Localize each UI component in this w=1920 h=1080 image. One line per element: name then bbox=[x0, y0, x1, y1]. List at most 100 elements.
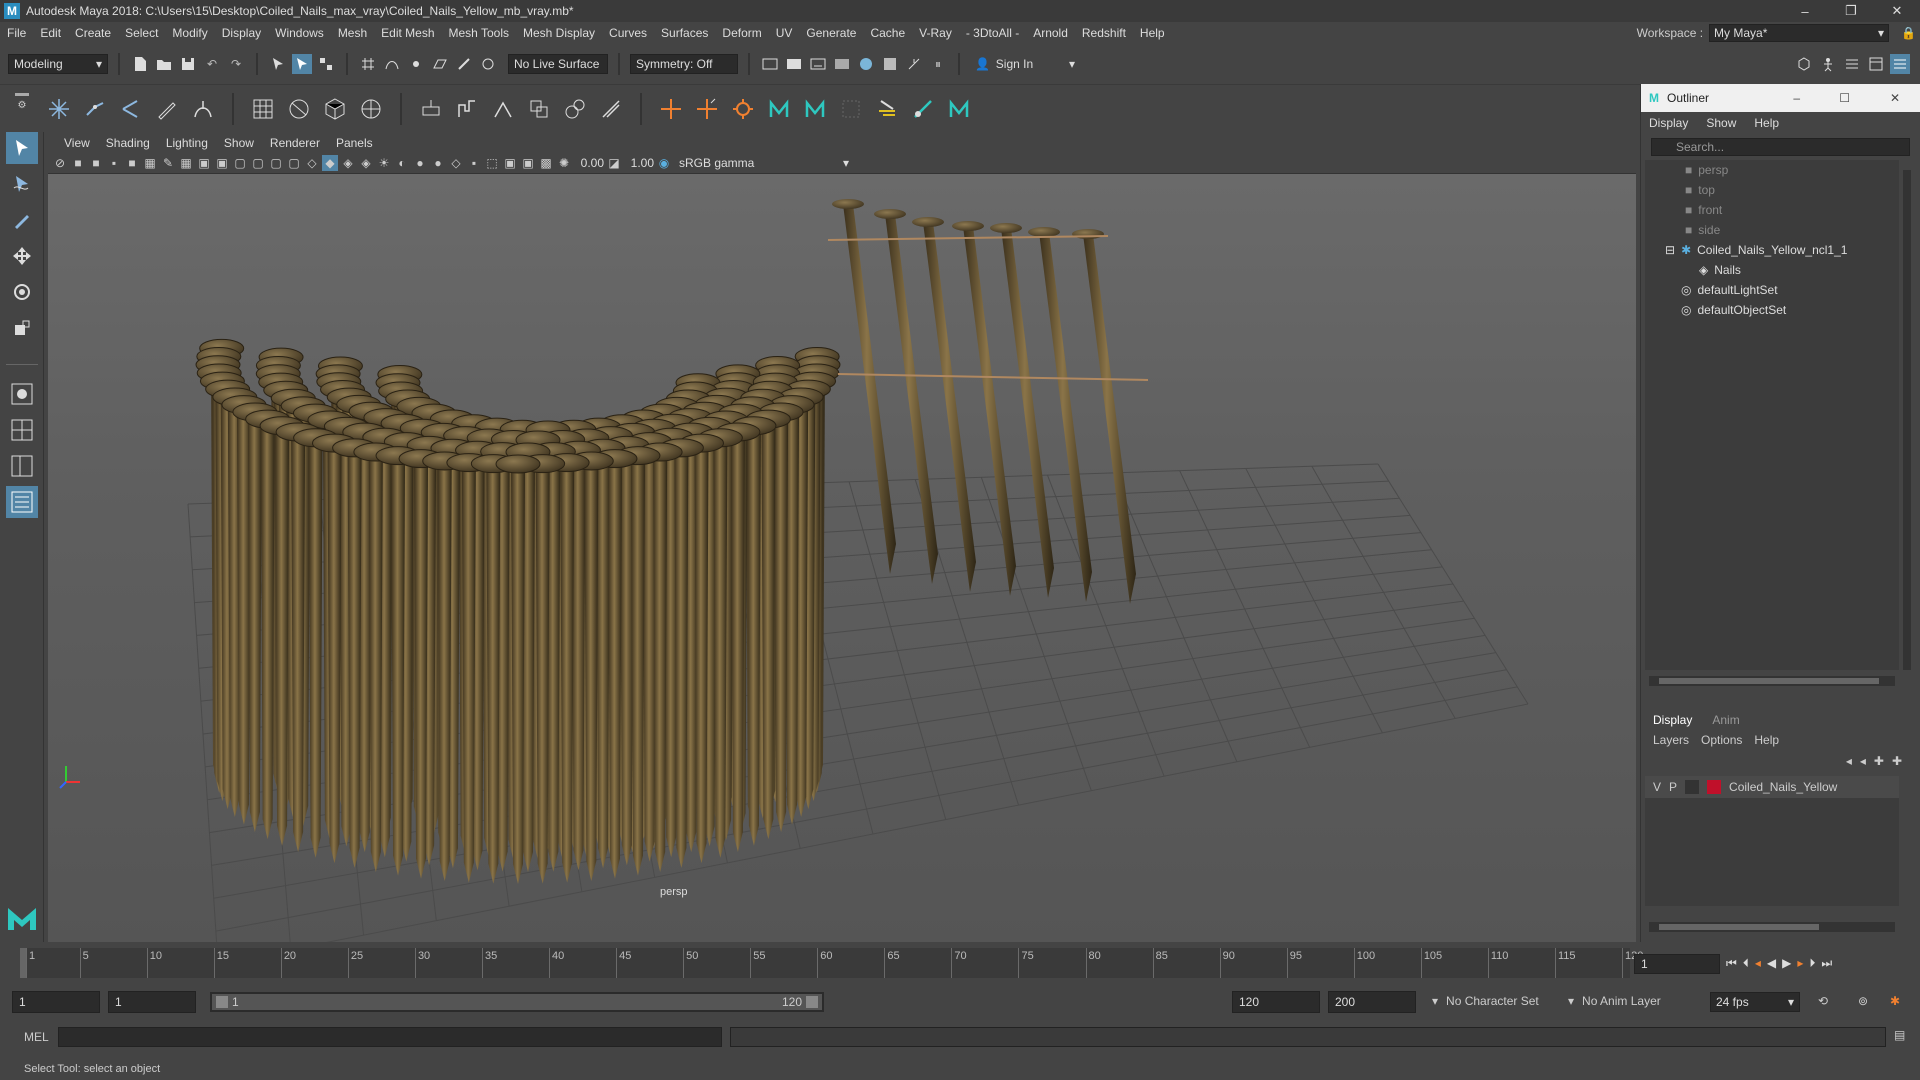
new-layer-icon[interactable]: ✚ bbox=[1874, 754, 1884, 768]
viewport-menu-renderer[interactable]: Renderer bbox=[262, 136, 328, 150]
range-slider[interactable]: 1 120 bbox=[210, 992, 824, 1012]
exposure-icon[interactable]: ✺ bbox=[556, 155, 572, 171]
layer-menu-help[interactable]: Help bbox=[1754, 733, 1779, 747]
outliner-horizontal-scrollbar[interactable] bbox=[1649, 676, 1895, 686]
select-object-icon[interactable] bbox=[292, 54, 312, 74]
gate-mask-icon[interactable]: ▢ bbox=[232, 155, 248, 171]
menu-modify[interactable]: Modify bbox=[165, 26, 214, 40]
outliner-item-default-light-set[interactable]: ◎ defaultLightSet bbox=[1645, 280, 1899, 300]
auto-key-icon[interactable]: ⊚ bbox=[1858, 994, 1868, 1008]
vray-icon-a[interactable] bbox=[766, 96, 792, 122]
xray-icon[interactable]: ▣ bbox=[502, 155, 518, 171]
outliner-item-top[interactable]: ■ top bbox=[1645, 180, 1899, 200]
center-pivot-icon[interactable] bbox=[694, 96, 720, 122]
select-component-icon[interactable] bbox=[316, 54, 336, 74]
ep-curve-icon[interactable] bbox=[82, 96, 108, 122]
menu-mesh-tools[interactable]: Mesh Tools bbox=[442, 26, 516, 40]
extrude-icon[interactable] bbox=[418, 96, 444, 122]
camera-attributes-icon[interactable]: ■ bbox=[70, 155, 86, 171]
viewport-menu-shading[interactable]: Shading bbox=[98, 136, 158, 150]
textured-icon[interactable]: ◈ bbox=[358, 155, 374, 171]
sphere-primitive-icon[interactable] bbox=[250, 96, 276, 122]
render-frame-icon[interactable] bbox=[784, 54, 804, 74]
open-scene-icon[interactable] bbox=[154, 54, 174, 74]
select-camera-icon[interactable]: ⊘ bbox=[52, 155, 68, 171]
step-back-key-icon[interactable]: ◂ bbox=[1755, 956, 1761, 971]
new-layer-selected-icon[interactable]: ✚ bbox=[1892, 754, 1902, 768]
image-plane-icon[interactable]: ▪ bbox=[106, 155, 122, 171]
cylinder-primitive-icon[interactable] bbox=[322, 96, 348, 122]
light-editor-icon[interactable] bbox=[904, 54, 924, 74]
loop-icon[interactable]: ⟲ bbox=[1818, 994, 1828, 1008]
script-language-label[interactable]: MEL bbox=[24, 1030, 49, 1044]
smooth-icon[interactable] bbox=[598, 96, 624, 122]
xray-components-icon[interactable]: ▩ bbox=[538, 155, 554, 171]
outliner-search-input[interactable]: Search... bbox=[1651, 138, 1910, 156]
smooth-shade-icon[interactable]: ◆ bbox=[322, 154, 338, 171]
menu-arnold[interactable]: Arnold bbox=[1026, 26, 1075, 40]
ipr-render-icon[interactable] bbox=[808, 54, 828, 74]
attribute-editor-icon[interactable] bbox=[1842, 54, 1862, 74]
command-input[interactable] bbox=[58, 1027, 722, 1047]
step-forward-key-icon[interactable]: ▸ bbox=[1797, 956, 1803, 971]
live-surface-field[interactable]: No Live Surface bbox=[508, 54, 608, 74]
camera-icon[interactable]: ■ bbox=[124, 155, 140, 171]
outliner-item-coiled-nails-group[interactable]: ⊟ ✱ Coiled_Nails_Yellow_ncl1_1 bbox=[1645, 240, 1899, 260]
menu-select[interactable]: Select bbox=[118, 26, 165, 40]
layer-horizontal-scrollbar[interactable] bbox=[1649, 922, 1895, 932]
move-layer-down-icon[interactable]: ◂ bbox=[1860, 754, 1866, 768]
anim-layer-selector[interactable]: ▾ No Anim Layer bbox=[1568, 994, 1661, 1008]
range-slider-handle[interactable]: 1 120 bbox=[212, 994, 822, 1010]
render-setup-icon[interactable] bbox=[880, 54, 900, 74]
bevel-icon[interactable] bbox=[490, 96, 516, 122]
snap-view-plane-icon[interactable] bbox=[430, 54, 450, 74]
shadows-icon[interactable]: ◐ bbox=[394, 155, 410, 171]
play-backward-icon[interactable]: ◀ bbox=[1767, 956, 1776, 971]
vray-icon-b[interactable] bbox=[802, 96, 828, 122]
render-settings-icon[interactable] bbox=[832, 54, 852, 74]
resolution-gate-icon[interactable]: ▣ bbox=[214, 155, 230, 171]
fps-dropdown[interactable]: 24 fps ▾ bbox=[1710, 992, 1800, 1012]
redo-icon[interactable]: ↷ bbox=[226, 54, 246, 74]
bezier-curve-icon[interactable] bbox=[118, 96, 144, 122]
tab-display[interactable]: Display bbox=[1653, 713, 1692, 727]
go-to-start-icon[interactable]: ⏮ bbox=[1726, 956, 1737, 971]
scale-tool-icon[interactable] bbox=[6, 312, 38, 344]
outliner-vertical-scrollbar[interactable] bbox=[1903, 170, 1911, 670]
outliner-layout-icon[interactable] bbox=[6, 486, 38, 518]
select-hierarchy-icon[interactable] bbox=[268, 54, 288, 74]
outliner-menu-display[interactable]: Display bbox=[1649, 116, 1688, 130]
snap-point-icon[interactable] bbox=[406, 54, 426, 74]
menu-redshift[interactable]: Redshift bbox=[1075, 26, 1133, 40]
menu-mesh-display[interactable]: Mesh Display bbox=[516, 26, 602, 40]
move-tool-icon[interactable] bbox=[6, 240, 38, 272]
menu-uv[interactable]: UV bbox=[769, 26, 800, 40]
sculpt-tool-icon[interactable] bbox=[910, 96, 936, 122]
viewport-menu-view[interactable]: View bbox=[56, 136, 98, 150]
separate-icon[interactable] bbox=[562, 96, 588, 122]
range-handle-start-icon[interactable] bbox=[216, 996, 228, 1008]
menu-surfaces[interactable]: Surfaces bbox=[654, 26, 715, 40]
safe-title-icon[interactable]: ▢ bbox=[286, 155, 302, 171]
viewport-menu-lighting[interactable]: Lighting bbox=[158, 136, 216, 150]
outliner-minimize-button[interactable]: – bbox=[1793, 91, 1800, 105]
menu-edit-mesh[interactable]: Edit Mesh bbox=[374, 26, 441, 40]
select-tool-icon[interactable] bbox=[6, 132, 38, 164]
grid-icon[interactable]: ▦ bbox=[178, 155, 194, 171]
channel-box-icon[interactable] bbox=[1890, 54, 1910, 74]
step-back-frame-icon[interactable]: ⏴ bbox=[1743, 956, 1749, 971]
snap-grid-icon[interactable] bbox=[358, 54, 378, 74]
lasso-tool-icon[interactable] bbox=[6, 168, 38, 200]
animation-start-field[interactable]: 1 bbox=[12, 991, 100, 1013]
close-button[interactable]: ✕ bbox=[1874, 0, 1920, 22]
outliner-item-side[interactable]: ■ side bbox=[1645, 220, 1899, 240]
menu-windows[interactable]: Windows bbox=[268, 26, 331, 40]
use-all-lights-icon[interactable]: ☀ bbox=[376, 155, 392, 171]
tab-anim[interactable]: Anim bbox=[1712, 713, 1739, 727]
isolate-select-icon[interactable]: ⬚ bbox=[484, 155, 500, 171]
single-perspective-layout-icon[interactable] bbox=[6, 378, 38, 410]
restore-button[interactable]: ❐ bbox=[1828, 0, 1874, 22]
animation-end-field[interactable]: 200 bbox=[1328, 991, 1416, 1013]
layer-menu-layers[interactable]: Layers bbox=[1653, 733, 1689, 747]
outliner-menu-show[interactable]: Show bbox=[1706, 116, 1736, 130]
